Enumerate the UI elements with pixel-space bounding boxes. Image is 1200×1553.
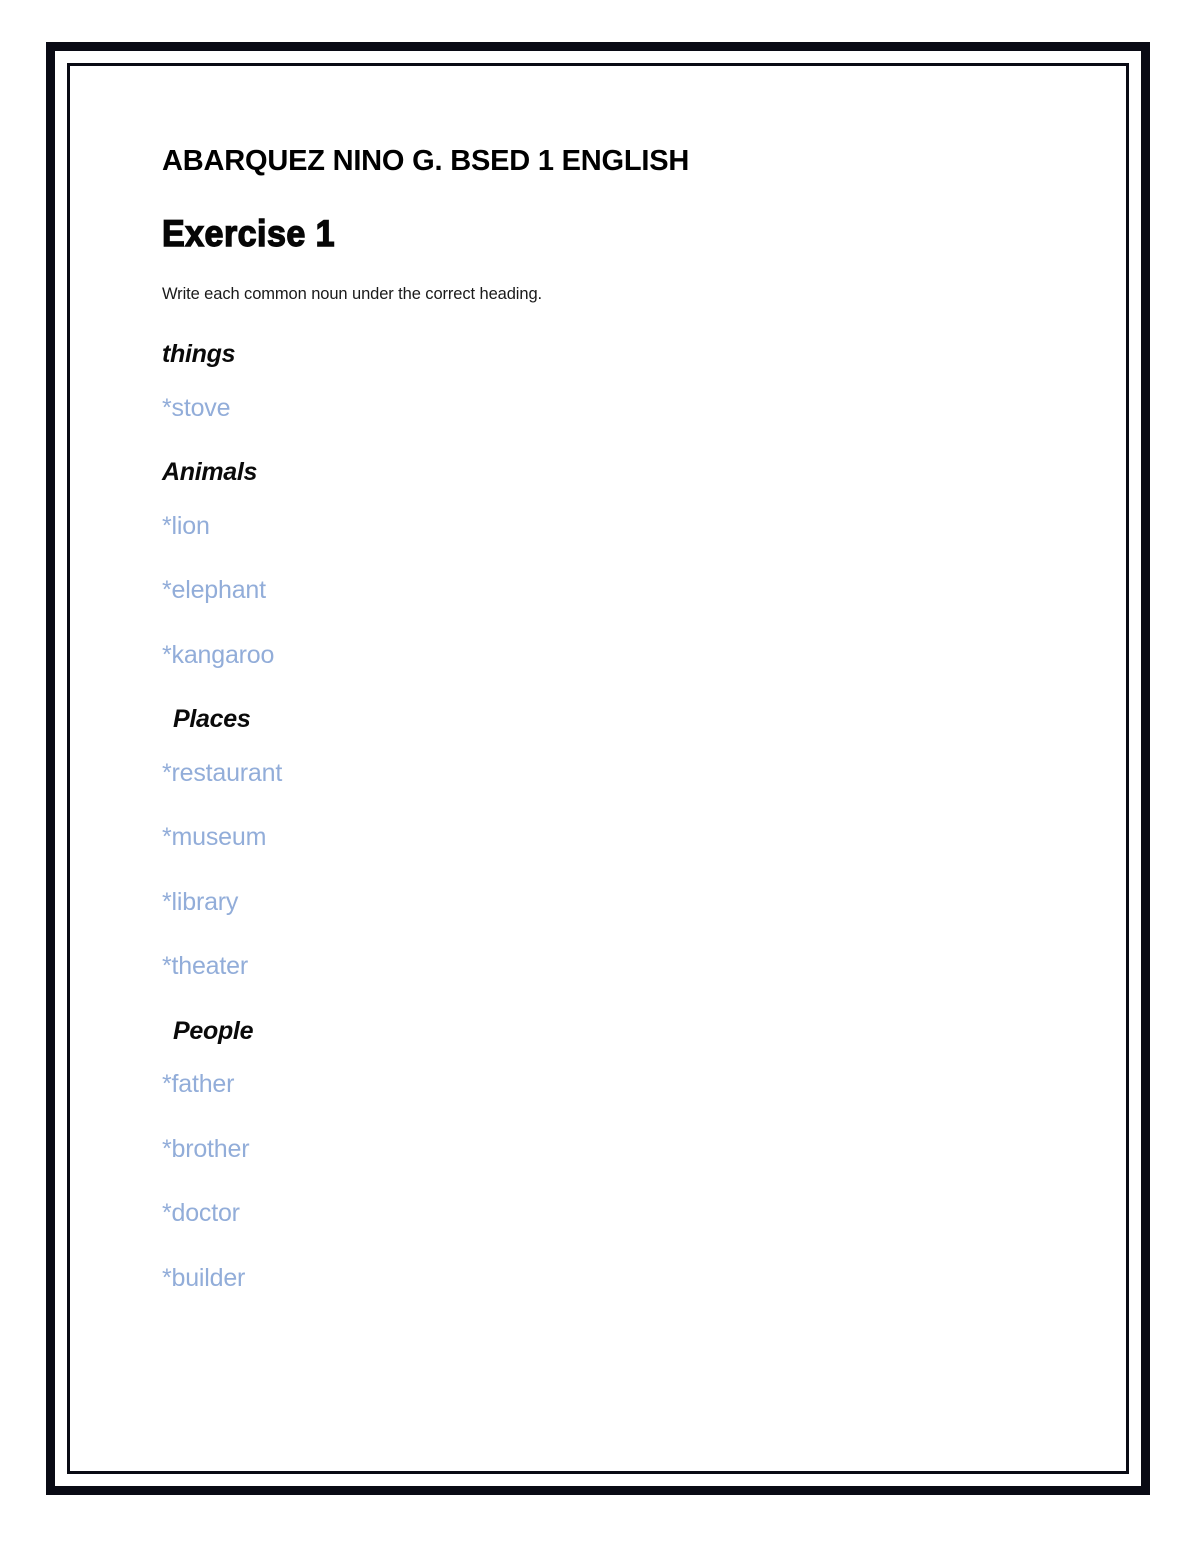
list-item: *elephant <box>162 576 266 605</box>
noun-list: *lion *elephant *kangaroo <box>162 511 1086 670</box>
page-border-outer: ABARQUEZ NINO G. BSED 1 ENGLISH Exercise… <box>46 42 1150 1495</box>
list-item: *theater <box>162 952 248 981</box>
document-page: ABARQUEZ NINO G. BSED 1 ENGLISH Exercise… <box>0 0 1200 1553</box>
list-item: *doctor <box>162 1199 240 1228</box>
list-item: *lion <box>162 511 210 540</box>
noun-list: *restaurant *museum *library *theater <box>162 758 1086 981</box>
instruction-text: Write each common noun under the correct… <box>162 284 543 303</box>
list-item: *library <box>162 887 239 916</box>
list-item: *museum <box>162 823 267 852</box>
category-heading: Places <box>173 705 251 734</box>
list-item: *builder <box>162 1263 246 1292</box>
list-item: *kangaroo <box>162 640 275 669</box>
category-heading: things <box>162 340 236 369</box>
noun-category: things *stove <box>162 341 1086 422</box>
list-item: *stove <box>162 393 231 422</box>
noun-category: People *father *brother *doctor *builder <box>162 1016 1086 1293</box>
list-item: *brother <box>162 1134 250 1163</box>
exercise-heading: Exercise 1 <box>161 212 336 254</box>
category-heading: Animals <box>162 458 258 487</box>
noun-list: *stove <box>162 393 1086 423</box>
list-item: *restaurant <box>162 758 283 787</box>
page-border-inner: ABARQUEZ NINO G. BSED 1 ENGLISH Exercise… <box>67 63 1129 1474</box>
document-content: ABARQUEZ NINO G. BSED 1 ENGLISH Exercise… <box>161 144 1086 1451</box>
page-title: ABARQUEZ NINO G. BSED 1 ENGLISH <box>162 145 690 177</box>
category-heading: People <box>173 1016 254 1045</box>
noun-list: *father *brother *doctor *builder <box>162 1071 1086 1292</box>
noun-category: Animals *lion *elephant *kangaroo <box>162 459 1086 669</box>
list-item: *father <box>162 1070 235 1099</box>
noun-categories: things *stove Animals *lion *elephant *kangar… <box>162 341 1086 1292</box>
noun-category: Places *restaurant *museum *library *theater <box>162 706 1086 981</box>
